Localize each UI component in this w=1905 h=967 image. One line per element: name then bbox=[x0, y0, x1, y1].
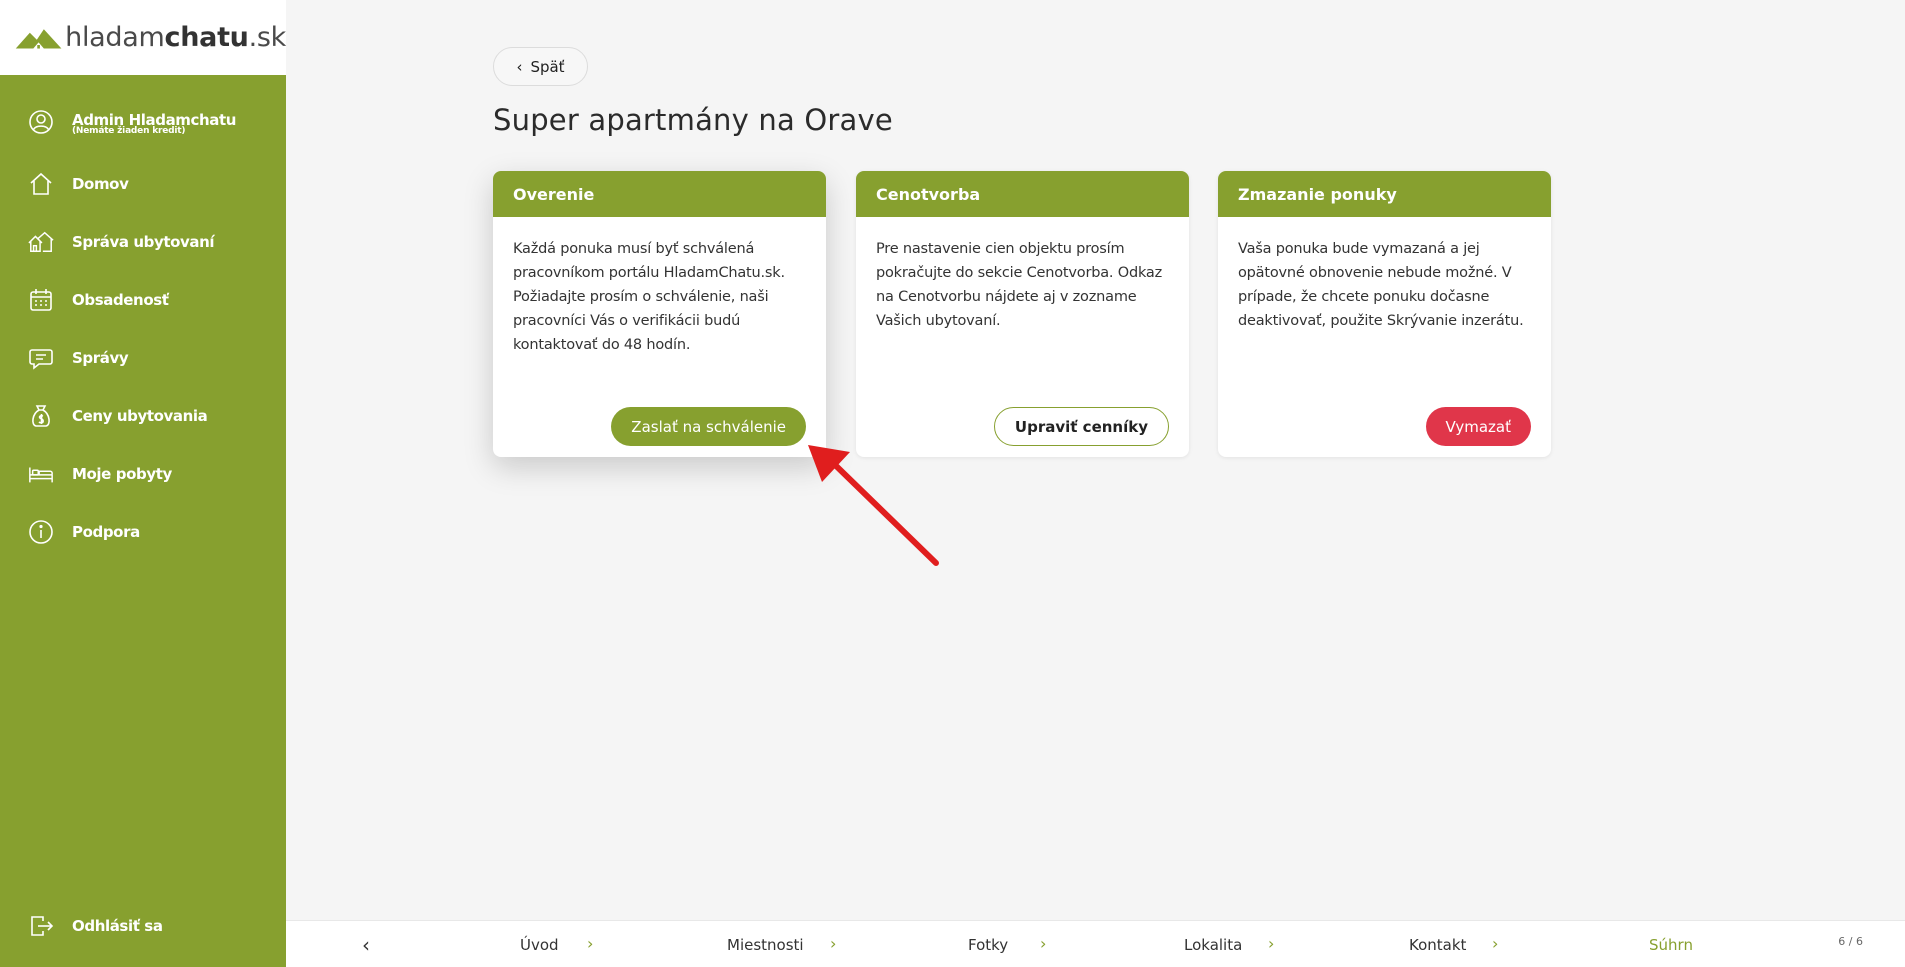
user-credit: (Nemáte žiaden kredit) bbox=[72, 126, 186, 136]
card-body: Pre nastavenie cien objektu prosím pokra… bbox=[876, 241, 1162, 329]
edit-pricelists-button[interactable]: Upraviť cenníky bbox=[993, 407, 1169, 446]
card-header: Overenie bbox=[493, 171, 826, 217]
sidebar-item-label: Ceny ubytovania bbox=[72, 407, 208, 425]
back-button[interactable]: ‹ Späť bbox=[493, 47, 588, 86]
sidebar-item-label: Obsadenosť bbox=[72, 291, 169, 309]
step-fotky[interactable]: Fotky bbox=[968, 936, 1008, 954]
sidebar-item-sprava-ubytovani[interactable]: Správa ubytovaní bbox=[0, 220, 286, 264]
wizard-steps-bar: ‹ Úvod › Miestnosti › Fotky › Lokalita ›… bbox=[286, 920, 1905, 967]
page-title: Super apartmány na Orave bbox=[493, 103, 893, 137]
sidebar-item-moje-pobyty[interactable]: Moje pobyty bbox=[0, 452, 286, 496]
step-kontakt[interactable]: Kontakt bbox=[1409, 936, 1466, 954]
sidebar-item-label: Podpora bbox=[72, 523, 140, 541]
message-icon bbox=[28, 345, 54, 371]
money-bag-icon bbox=[28, 403, 54, 429]
card-header: Cenotvorba bbox=[856, 171, 1189, 217]
sidebar-item-obsadenost[interactable]: Obsadenosť bbox=[0, 278, 286, 322]
page-count: 6 / 6 bbox=[1838, 935, 1863, 948]
chevron-right-icon: › bbox=[1040, 934, 1047, 953]
user-circle-icon bbox=[28, 109, 54, 135]
card-cenotvorba: Cenotvorba Pre nastavenie cien objektu p… bbox=[856, 171, 1189, 457]
logo-text-part3: .sk bbox=[248, 22, 287, 53]
sidebar-item-label: Správy bbox=[72, 349, 129, 367]
info-icon bbox=[28, 519, 54, 545]
step-uvod[interactable]: Úvod bbox=[520, 936, 559, 954]
chevron-left-icon: ‹ bbox=[516, 57, 523, 76]
logout-label: Odhlásiť sa bbox=[72, 917, 163, 935]
logo-text-part1: hladam bbox=[65, 22, 165, 53]
logout-icon bbox=[28, 913, 54, 939]
card-body: Vaša ponuka bude vymazaná a jej opätovné… bbox=[1238, 241, 1524, 329]
home-icon bbox=[28, 171, 54, 197]
calendar-icon bbox=[28, 287, 54, 313]
sidebar-item-user[interactable]: Admin Hladamchatu (Nemáte žiaden kredit) bbox=[0, 100, 286, 144]
bed-icon bbox=[28, 461, 54, 487]
step-suhrn[interactable]: Súhrn bbox=[1649, 936, 1693, 954]
card-header: Zmazanie ponuky bbox=[1218, 171, 1551, 217]
sidebar-item-label: Správa ubytovaní bbox=[72, 233, 215, 251]
chevron-right-icon: › bbox=[1492, 934, 1499, 953]
sidebar-item-ceny-ubytovania[interactable]: Ceny ubytovania bbox=[0, 394, 286, 438]
card-zmazanie-ponuky: Zmazanie ponuky Vaša ponuka bude vymazan… bbox=[1218, 171, 1551, 457]
sidebar-item-podpora[interactable]: Podpora bbox=[0, 510, 286, 554]
card-body: Každá ponuka musí byť schválená pracovní… bbox=[513, 241, 785, 353]
step-lokalita[interactable]: Lokalita bbox=[1184, 936, 1242, 954]
cabins-icon bbox=[28, 229, 54, 255]
chevron-right-icon: › bbox=[1268, 934, 1275, 953]
chevron-right-icon: › bbox=[587, 934, 594, 953]
sidebar-item-label: Moje pobyty bbox=[72, 465, 172, 483]
step-miestnosti[interactable]: Miestnosti bbox=[727, 936, 804, 954]
send-for-approval-button[interactable]: Zaslať na schválenie bbox=[611, 407, 806, 446]
sidebar-item-domov[interactable]: Domov bbox=[0, 162, 286, 206]
sidebar: hladamchatu.sk Admin Hladamchatu (Nemáte… bbox=[0, 0, 286, 967]
logo[interactable]: hladamchatu.sk bbox=[0, 0, 286, 75]
logout-button[interactable]: Odhlásiť sa bbox=[0, 904, 286, 948]
sidebar-item-label: Domov bbox=[72, 175, 129, 193]
chevron-right-icon: › bbox=[830, 934, 837, 953]
sidebar-item-spravy[interactable]: Správy bbox=[0, 336, 286, 380]
delete-button[interactable]: Vymazať bbox=[1425, 407, 1531, 446]
chevron-left-icon[interactable]: ‹ bbox=[362, 933, 370, 957]
back-button-label: Späť bbox=[530, 57, 565, 76]
card-overenie: Overenie Každá ponuka musí byť schválená… bbox=[493, 171, 826, 457]
logo-text-part2: chatu bbox=[164, 22, 249, 53]
mountain-cabin-logo-icon bbox=[15, 28, 62, 49]
